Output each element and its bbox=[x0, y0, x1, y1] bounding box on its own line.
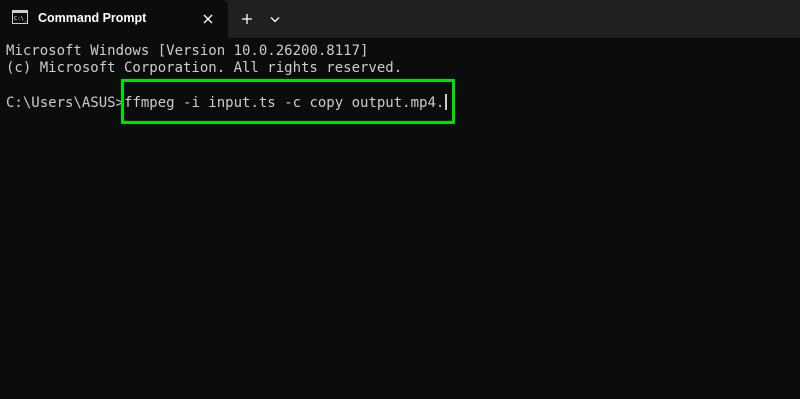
terminal-output[interactable]: Microsoft Windows [Version 10.0.26200.81… bbox=[0, 38, 800, 399]
tab-dropdown-button[interactable] bbox=[264, 8, 286, 30]
new-tab-button[interactable] bbox=[236, 8, 258, 30]
chevron-down-icon bbox=[270, 16, 280, 22]
terminal-window: C:\_ Command Prompt Microsoft Windows [V… bbox=[0, 0, 800, 399]
text-cursor bbox=[445, 94, 448, 110]
command-input[interactable]: ffmpeg -i input.ts -c copy output.mp4. bbox=[124, 95, 444, 111]
svg-text:C:\_: C:\_ bbox=[14, 16, 28, 22]
tab-command-prompt[interactable]: C:\_ Command Prompt bbox=[0, 0, 228, 38]
plus-icon bbox=[242, 14, 252, 24]
command-line[interactable]: C:\Users\ASUS>ffmpeg -i input.ts -c copy… bbox=[6, 94, 448, 112]
cmd-icon: C:\_ bbox=[12, 10, 28, 24]
prompt: C:\Users\ASUS> bbox=[6, 95, 125, 111]
tab-close-button[interactable] bbox=[198, 9, 218, 29]
close-icon bbox=[203, 14, 213, 24]
copyright-line: (c) Microsoft Corporation. All rights re… bbox=[6, 60, 403, 76]
tab-bar: C:\_ Command Prompt bbox=[0, 0, 800, 38]
tab-title: Command Prompt bbox=[38, 11, 147, 25]
version-line: Microsoft Windows [Version 10.0.26200.81… bbox=[6, 43, 369, 59]
